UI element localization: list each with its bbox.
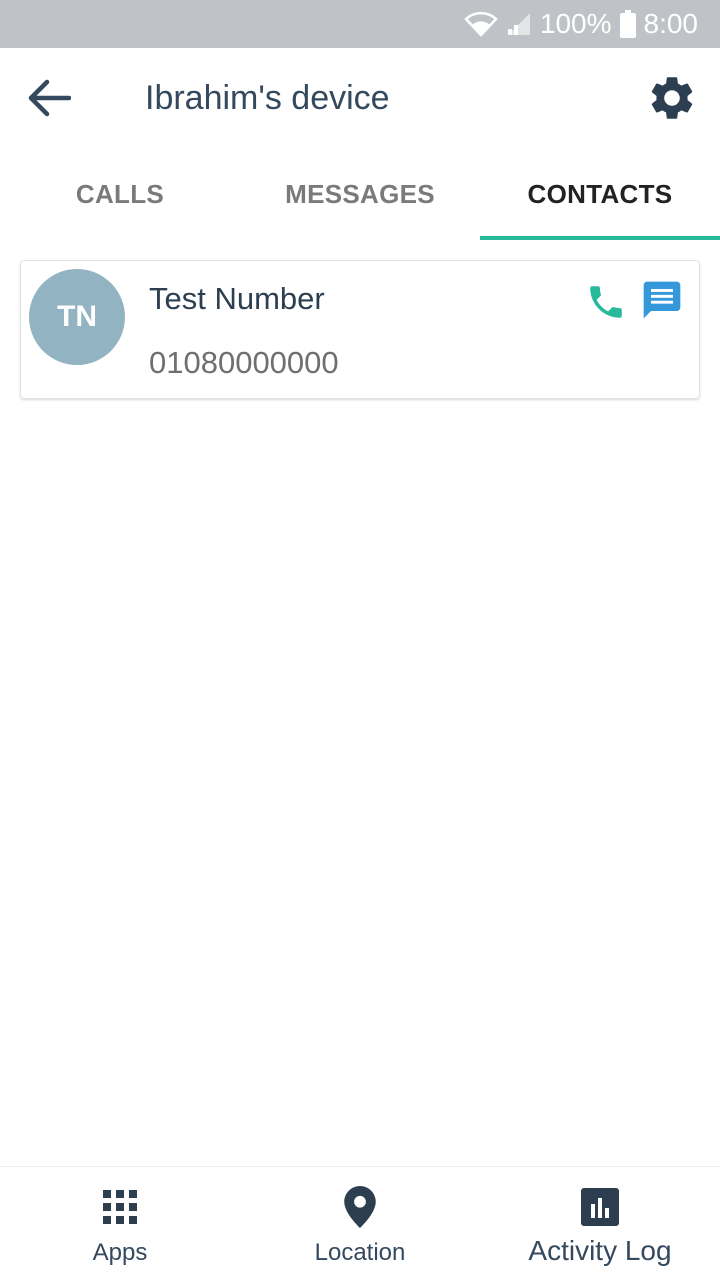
call-button[interactable] — [583, 279, 629, 325]
status-bar: 100% 8:00 — [0, 0, 720, 48]
nav-activity-log[interactable]: Activity Log — [480, 1167, 720, 1280]
gear-icon — [651, 77, 693, 119]
phone-icon — [590, 286, 622, 318]
location-pin-icon — [344, 1186, 376, 1228]
avatar: TN — [29, 269, 125, 365]
contact-card[interactable]: TN Test Number 01080000000 — [20, 260, 700, 399]
grid-icon — [103, 1190, 137, 1224]
app-bar: Ibrahim's device — [0, 48, 720, 148]
back-button[interactable] — [20, 70, 76, 126]
clock: 8:00 — [643, 8, 699, 39]
battery-icon — [619, 10, 636, 38]
message-button[interactable] — [639, 277, 685, 323]
wifi-icon — [464, 11, 498, 37]
nav-activity-log-label: Activity Log — [528, 1235, 672, 1266]
tab-messages[interactable]: MESSAGES — [240, 148, 480, 240]
nav-location-label: Location — [314, 1239, 406, 1266]
tab-bar: CALLS MESSAGES CONTACTS — [0, 148, 720, 240]
battery-percent: 100% — [539, 8, 612, 39]
settings-button[interactable] — [642, 68, 702, 128]
bar-chart-icon — [581, 1188, 619, 1226]
signal-icon — [506, 11, 532, 37]
nav-apps-label: Apps — [92, 1239, 148, 1266]
tab-contacts[interactable]: CONTACTS — [480, 148, 720, 240]
contact-name: Test Number — [149, 281, 325, 316]
message-icon — [643, 281, 681, 319]
bottom-nav: Apps Location Activity Log — [0, 1166, 720, 1280]
nav-location[interactable]: Location — [240, 1167, 480, 1280]
arrow-left-icon — [28, 79, 71, 117]
contacts-list: TN Test Number 01080000000 — [0, 240, 720, 1166]
contact-number: 01080000000 — [149, 345, 339, 380]
tab-calls[interactable]: CALLS — [0, 148, 240, 240]
nav-apps[interactable]: Apps — [0, 1167, 240, 1280]
page-title: Ibrahim's device — [145, 79, 390, 117]
